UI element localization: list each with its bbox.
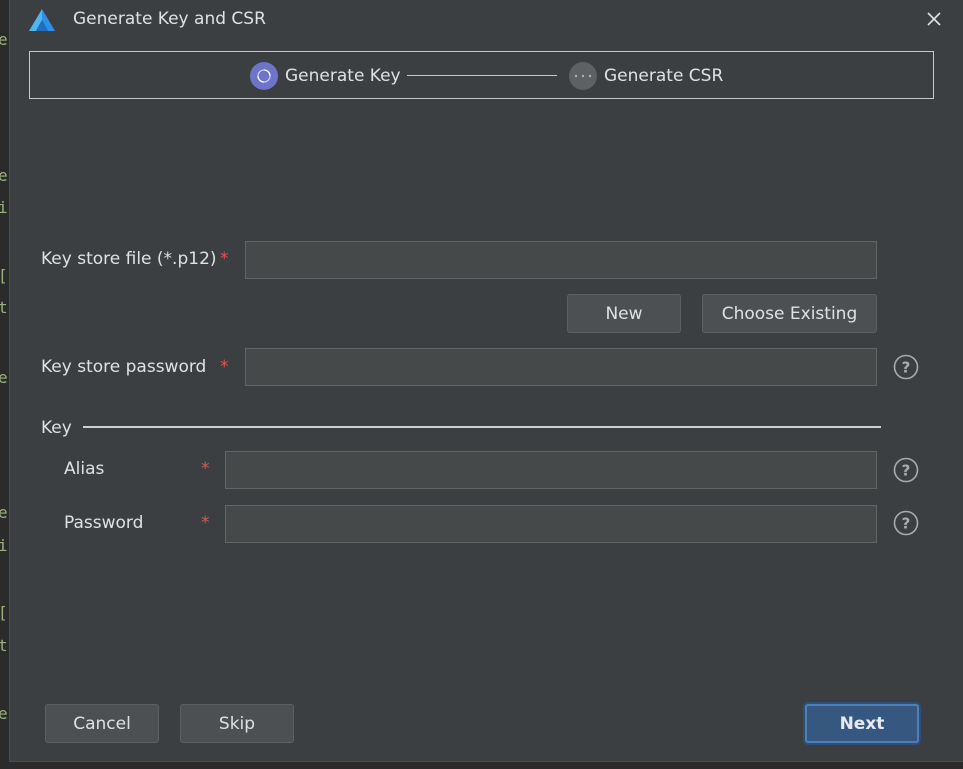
generate-key-dialog: Generate Key and CSR Generate Key Genera… xyxy=(9,0,963,762)
editor-glyph: e xyxy=(0,166,8,185)
next-button[interactable]: Next xyxy=(805,704,919,743)
help-icon[interactable]: ? xyxy=(893,457,919,483)
skip-button[interactable]: Skip xyxy=(180,704,294,743)
editor-glyph: e xyxy=(0,30,8,49)
editor-glyph: e xyxy=(0,368,8,387)
cancel-button[interactable]: Cancel xyxy=(45,704,159,743)
alias-input[interactable] xyxy=(225,451,877,489)
required-mark: * xyxy=(220,357,229,377)
svg-text:?: ? xyxy=(902,462,911,480)
clipped-text-fragment xyxy=(64,569,184,570)
alias-label: Alias xyxy=(64,459,105,479)
step-current-icon xyxy=(250,62,278,90)
dialog-titlebar[interactable]: Generate Key and CSR xyxy=(10,0,963,40)
step-label: Generate Key xyxy=(285,66,401,86)
password-input[interactable] xyxy=(225,505,877,543)
app-logo-icon xyxy=(29,9,55,31)
keystore-file-label: Key store file (*.p12) xyxy=(41,249,217,269)
svg-text:?: ? xyxy=(902,515,911,533)
step-generate-csr: Generate CSR xyxy=(569,61,723,91)
step-connector xyxy=(407,75,557,76)
step-pending-icon xyxy=(569,62,597,90)
required-mark: * xyxy=(220,249,229,269)
wizard-stepper: Generate Key Generate CSR xyxy=(29,51,934,99)
editor-glyph: [ xyxy=(0,603,8,622)
step-generate-key: Generate Key xyxy=(250,61,401,91)
required-mark: * xyxy=(201,513,210,533)
key-section-separator xyxy=(83,426,881,428)
keystore-file-input[interactable] xyxy=(245,241,877,279)
editor-glyph: e xyxy=(0,503,8,522)
keystore-password-label: Key store password xyxy=(41,357,207,377)
svg-text:?: ? xyxy=(902,359,911,377)
close-icon[interactable] xyxy=(923,8,945,30)
dialog-title: Generate Key and CSR xyxy=(73,9,266,29)
editor-glyph: t xyxy=(0,298,8,317)
editor-glyph: i xyxy=(0,536,8,555)
help-icon[interactable]: ? xyxy=(893,510,919,536)
required-mark: * xyxy=(201,459,210,479)
editor-glyph: e xyxy=(0,704,8,723)
password-label: Password xyxy=(64,513,144,533)
key-section-label: Key xyxy=(41,418,72,438)
help-icon[interactable]: ? xyxy=(893,354,919,380)
new-keystore-button[interactable]: New xyxy=(567,294,681,333)
editor-glyph: [ xyxy=(0,266,8,285)
editor-glyph: i xyxy=(0,198,8,217)
keystore-password-input[interactable] xyxy=(245,348,877,386)
choose-existing-button[interactable]: Choose Existing xyxy=(702,294,877,333)
editor-glyph: t xyxy=(0,636,8,655)
clipped-row-edge xyxy=(64,562,184,570)
step-label: Generate CSR xyxy=(604,66,724,86)
